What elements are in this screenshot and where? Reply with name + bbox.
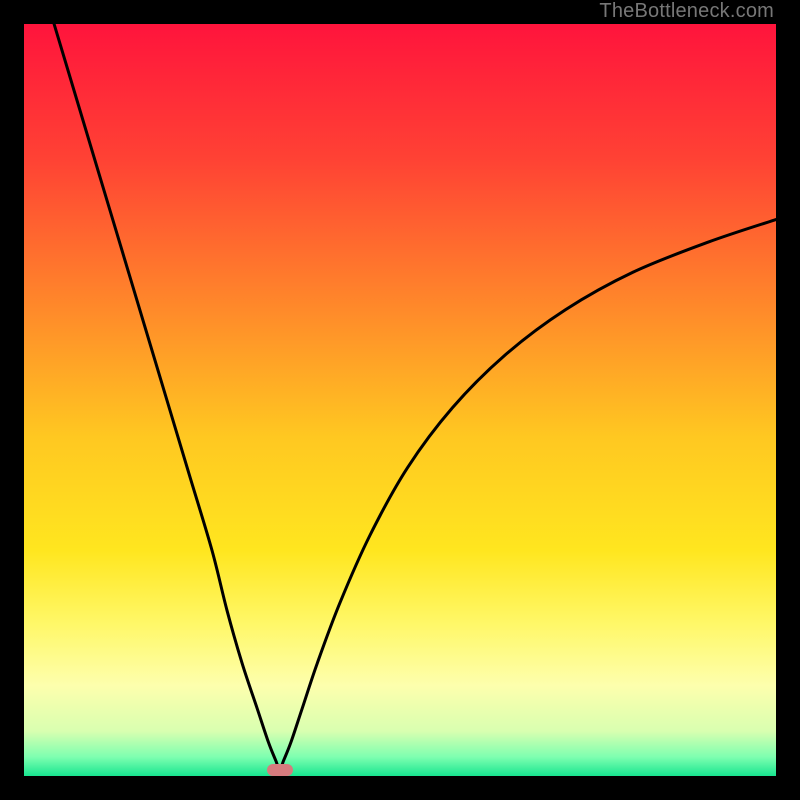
chart-plot-area: [24, 24, 776, 776]
optimal-point-marker: [267, 764, 293, 776]
chart-background-gradient: [24, 24, 776, 776]
watermark-text: TheBottleneck.com: [599, 0, 774, 23]
